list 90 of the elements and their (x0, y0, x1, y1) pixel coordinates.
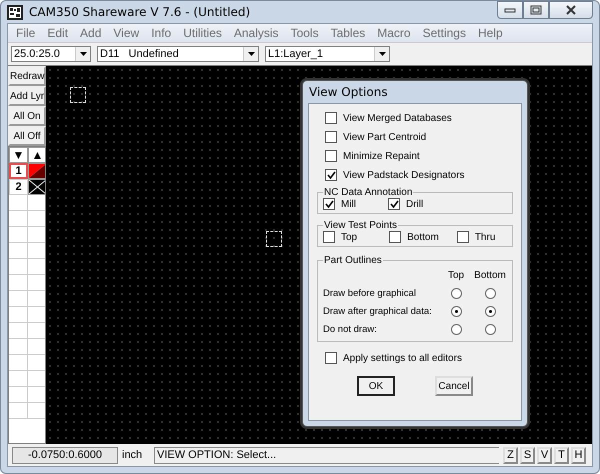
close-button[interactable] (549, 1, 593, 19)
caret-icon (243, 47, 258, 61)
layer-cell (9, 307, 28, 323)
radio-button[interactable] (450, 324, 462, 334)
key-button[interactable]: S (520, 446, 535, 464)
option-label: Draw after graphical data: (323, 306, 433, 316)
key-button[interactable]: H (571, 446, 586, 464)
group-title: View Test Points (323, 220, 398, 231)
menu-item[interactable]: Help (472, 26, 509, 40)
arrow-button[interactable]: ▼ (9, 147, 28, 163)
layer-cell (9, 291, 28, 307)
minimize-button[interactable] (497, 1, 523, 19)
checkbox[interactable]: Drill (388, 198, 424, 210)
radio-button[interactable] (450, 288, 462, 298)
layer-swatch[interactable] (28, 163, 45, 179)
dropdown[interactable]: D11 Undefined (97, 46, 259, 62)
layer-cell (9, 227, 28, 243)
side-button[interactable]: All On (8, 106, 46, 126)
status-message: VIEW OPTION: Select... (154, 446, 499, 464)
side-button[interactable]: All Off (8, 126, 46, 146)
radio-button[interactable] (484, 288, 496, 298)
maximize-button[interactable] (523, 1, 549, 19)
column-header: Top (446, 270, 466, 280)
layer-cell (9, 259, 28, 275)
menu-item[interactable]: Settings (416, 26, 472, 40)
checkbox[interactable]: View Part Centroid (325, 131, 513, 143)
layer-cell (9, 195, 28, 211)
checkbox[interactable]: Apply settings to all editors (325, 352, 513, 364)
menu-item[interactable]: View (107, 26, 146, 40)
radio-button[interactable] (450, 306, 462, 316)
layer-swatch[interactable] (28, 179, 45, 195)
app-logo-icon (7, 4, 23, 20)
layer-cell (9, 339, 28, 355)
cancel-button[interactable]: Cancel (435, 376, 473, 396)
column-header: Bottom (473, 270, 507, 280)
checkbox[interactable]: View Merged Databases (325, 112, 513, 124)
option-label: Do not draw: (323, 324, 378, 334)
key-button[interactable]: T (554, 446, 569, 464)
key-button[interactable]: Z (503, 446, 518, 464)
layer-cell (9, 371, 28, 387)
maximize-icon (530, 5, 542, 15)
layer-number[interactable]: 2 (9, 179, 28, 195)
layer-cell (9, 211, 28, 227)
unit-label: inch (122, 449, 144, 461)
option-label: Draw before graphical (323, 288, 417, 298)
layer-cell (9, 387, 28, 403)
side-button[interactable]: Redraw (8, 66, 46, 86)
caret-icon (374, 47, 389, 61)
key-button[interactable]: V (537, 446, 552, 464)
checkmark-icon (326, 170, 336, 180)
checkbox[interactable]: Mill (323, 198, 356, 210)
group-title: NC Data Annotation (323, 187, 414, 198)
layer-cell (9, 323, 28, 339)
menu-item[interactable]: Utilities (177, 26, 228, 40)
menu-item[interactable]: Macro (371, 26, 417, 40)
menu-item[interactable]: Info (145, 26, 178, 40)
radio-button[interactable] (484, 324, 496, 334)
dropdown[interactable]: L1:Layer_1 (265, 46, 390, 62)
side-button[interactable]: Add Lyr (8, 86, 46, 106)
window-title: CAM350 Shareware V 7.6 - (Untitled) (29, 5, 252, 19)
menu-item[interactable]: Edit (41, 26, 74, 40)
close-icon (565, 5, 577, 15)
menu-item[interactable]: Analysis (228, 26, 285, 40)
checkbox[interactable]: Thru (456, 231, 496, 243)
layer-cell (9, 243, 28, 259)
pad-outline (70, 87, 86, 103)
menu-item[interactable]: Tools (284, 26, 325, 40)
checkbox[interactable]: View Padstack Designators (325, 169, 513, 181)
minimize-icon (504, 6, 516, 14)
radio-button[interactable] (484, 306, 496, 316)
checkbox[interactable]: Top (323, 231, 358, 243)
layer-cell (9, 403, 28, 419)
arrow-button[interactable]: ▲ (28, 147, 45, 163)
layer-cell (9, 355, 28, 371)
layer-number[interactable]: 1 (9, 163, 28, 179)
group-title: Part Outlines (323, 255, 383, 266)
coordinates-field: -0.0750:0.6000 (12, 446, 118, 464)
layer-cell (9, 275, 28, 291)
checkmark-icon (324, 200, 334, 208)
menu-item[interactable]: Tables (324, 26, 372, 40)
pad-outline (266, 231, 282, 247)
caret-icon (75, 47, 90, 61)
dropdown[interactable]: 25.0:25.0 (11, 46, 91, 62)
checkbox[interactable]: Bottom (389, 231, 439, 243)
checkbox[interactable]: Minimize Repaint (325, 150, 513, 162)
checkmark-icon (390, 200, 398, 208)
menu-item[interactable]: Add (74, 26, 108, 40)
menu-item[interactable]: File (10, 26, 42, 40)
ok-button[interactable]: OK (357, 376, 395, 396)
dialog-title: View Options (308, 84, 389, 101)
